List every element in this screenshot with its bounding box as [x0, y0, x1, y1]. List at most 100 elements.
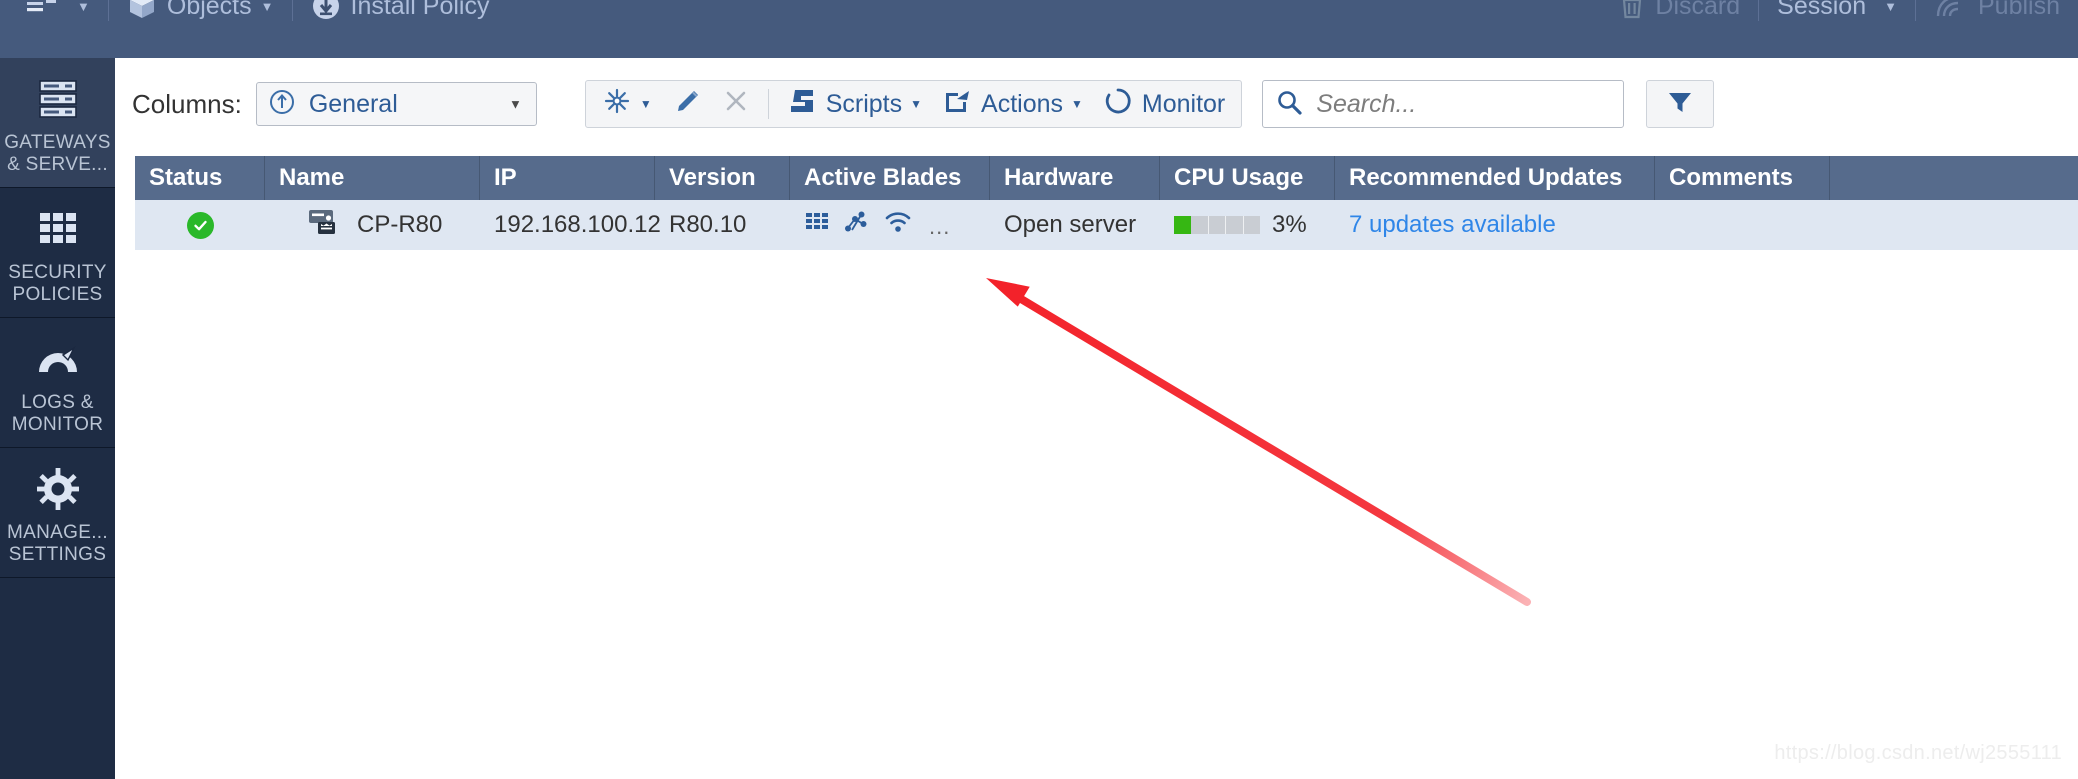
cell-active-blades: ... [790, 200, 990, 250]
actions-menu[interactable]: Actions ▼ [932, 81, 1093, 127]
column-header-hardware[interactable]: Hardware [990, 156, 1160, 200]
cell-recommended-updates: 7 updates available [1335, 200, 1655, 250]
toolbar-divider [767, 89, 769, 119]
gateways-table: Status Name IP Version Active Blades Har… [135, 156, 2078, 250]
chevron-down-icon: ▼ [1884, 0, 1897, 14]
chevron-down-icon: ▼ [508, 96, 522, 112]
sidebar-item-gateways-and-servers[interactable]: GATEWAYS & SERVE... [0, 58, 115, 188]
actions-export-icon [942, 87, 972, 122]
chevron-down-icon: ▼ [77, 0, 90, 14]
sidebar-item-logs-and-monitor[interactable]: LOGS & MONITOR [0, 318, 115, 448]
star-burst-icon [602, 86, 632, 123]
chevron-down-icon: ▼ [260, 0, 274, 14]
search-box[interactable] [1262, 80, 1625, 128]
gear-icon [36, 466, 80, 512]
trash-icon [1619, 0, 1645, 20]
discard-button[interactable]: Discard [1609, 0, 1750, 34]
gateway-name: CP-R80 [357, 211, 443, 238]
sidebar-item-label: GATEWAYS & SERVE... [4, 131, 111, 175]
sidebar: GATEWAYS & SERVE... SECURITY POLICIES LO… [0, 58, 115, 779]
discard-label: Discard [1655, 0, 1741, 20]
table-row[interactable]: CP-R80 192.168.100.12 R80.10 ... Open se… [135, 200, 2078, 250]
cell-status [135, 200, 265, 250]
edit-button[interactable] [662, 81, 712, 127]
app-root: ▼ Objects ▼ Install Policy Discard Sessi… [0, 0, 2078, 779]
session-menu[interactable]: Session ▼ [1767, 0, 1907, 34]
servers-icon [35, 76, 81, 122]
column-header-spacer [1830, 156, 2078, 200]
cell-ip: 192.168.100.12 [494, 211, 661, 238]
scripts-menu[interactable]: Scripts ▼ [777, 81, 932, 127]
column-header-ip[interactable]: IP [480, 156, 655, 200]
cell-cpu-usage: 3% [1160, 200, 1335, 250]
cpu-usage-bar [1174, 216, 1260, 234]
clock-arrow-icon [267, 87, 297, 122]
more-blades-indicator[interactable]: ... [929, 214, 950, 242]
columns-select[interactable]: General ▼ [255, 82, 537, 126]
cube-icon [127, 0, 157, 21]
toolbar-divider [1915, 0, 1916, 21]
chevron-down-icon: ▼ [639, 97, 652, 111]
install-policy-button[interactable]: Install Policy [301, 0, 500, 34]
toolbar-divider [291, 0, 293, 21]
cpu-usage-value: 3% [1272, 211, 1307, 238]
new-object-button[interactable]: ▼ [592, 81, 662, 127]
column-header-comments[interactable]: Comments [1655, 156, 1830, 200]
grid-blocks-icon [36, 206, 80, 252]
refresh-circle-icon [1103, 86, 1133, 123]
pencil-icon [672, 86, 702, 123]
column-header-active-blades[interactable]: Active Blades [790, 156, 990, 200]
cell-spacer [1830, 200, 2078, 250]
publish-button[interactable]: Publish [1924, 0, 2070, 34]
monitor-label: Monitor [1141, 89, 1226, 118]
publish-icon [1934, 0, 1968, 20]
ips-blade-icon [843, 209, 871, 242]
install-arrow-icon [311, 0, 341, 21]
gauge-icon [34, 336, 82, 382]
sidebar-item-label: SECURITY POLICIES [8, 261, 107, 305]
column-header-version[interactable]: Version [655, 156, 790, 200]
search-input[interactable] [1316, 89, 1607, 119]
cell-hardware: Open server [1004, 211, 1137, 238]
session-label: Session [1777, 0, 1867, 20]
chevron-down-icon: ▼ [1071, 97, 1083, 111]
filter-button[interactable] [1646, 80, 1715, 128]
top-toolbar: ▼ Objects ▼ Install Policy Discard Sessi… [0, 0, 2078, 58]
scripts-label: Scripts [825, 89, 903, 118]
firewall-blade-icon [804, 209, 830, 242]
objects-menu-label: Objects [166, 0, 252, 20]
columns-label: Columns: [132, 88, 242, 119]
publish-label: Publish [1978, 0, 2060, 20]
sidebar-item-label: LOGS & MONITOR [11, 391, 104, 435]
objects-menu[interactable]: Objects ▼ [117, 0, 284, 34]
sidebar-item-security-policies[interactable]: SECURITY POLICIES [0, 188, 115, 318]
column-header-name[interactable]: Name [265, 156, 480, 200]
monitor-button[interactable]: Monitor [1093, 81, 1235, 127]
main-content: Columns: General ▼ ▼ Scripts ▼ Actions ▼… [115, 58, 2078, 779]
columns-select-value: General [308, 89, 398, 118]
toolbar-divider [107, 0, 109, 21]
top-toolbar-left: ▼ Objects ▼ Install Policy [14, 0, 499, 34]
cell-name: CP-R80 [265, 200, 480, 250]
delete-button[interactable] [712, 81, 760, 127]
chevron-down-icon: ▼ [910, 97, 923, 111]
manage-menu[interactable]: ▼ [14, 0, 100, 34]
toolbar-divider [1758, 0, 1760, 21]
column-header-cpu-usage[interactable]: CPU Usage [1160, 156, 1335, 200]
updates-link[interactable]: 7 updates available [1349, 211, 1556, 239]
column-header-recommended-updates[interactable]: Recommended Updates [1335, 156, 1655, 200]
sidebar-item-manage-and-settings[interactable]: MANAGE... SETTINGS [0, 448, 115, 578]
actions-button-group: ▼ Scripts ▼ Actions ▼ Monitor [584, 80, 1243, 128]
column-header-status[interactable]: Status [135, 156, 265, 200]
content-toolbar: Columns: General ▼ ▼ Scripts ▼ Actions ▼… [115, 78, 1715, 130]
mobile-access-blade-icon [884, 210, 912, 241]
install-policy-label: Install Policy [350, 0, 490, 20]
watermark: https://blog.csdn.net/wj2555111 [1774, 742, 2062, 764]
check-circle-icon [186, 211, 214, 239]
table-header-row: Status Name IP Version Active Blades Har… [135, 156, 2078, 200]
search-icon [1275, 88, 1303, 121]
script-icon [787, 87, 817, 122]
x-icon [722, 87, 750, 122]
actions-label: Actions [981, 89, 1063, 118]
gateway-icon [307, 207, 341, 244]
